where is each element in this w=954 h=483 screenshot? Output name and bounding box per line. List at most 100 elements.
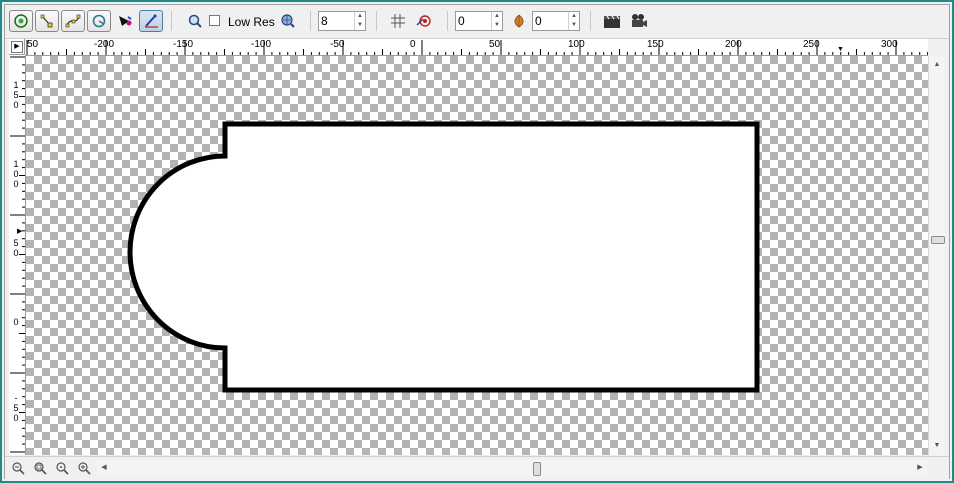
bezier-tool-button[interactable] <box>61 10 85 32</box>
offset-x-spinner[interactable]: ▲ ▼ <box>455 11 503 31</box>
toolbar-separator <box>447 11 448 31</box>
ruler-label: - <box>14 393 18 403</box>
ellipse-tool-button[interactable] <box>87 10 111 32</box>
target-icon <box>14 14 28 28</box>
scroll-left-icon[interactable]: ◀ <box>97 460 111 476</box>
spinner-up-icon[interactable]: ▲ <box>569 12 579 21</box>
shape-rounded-rect[interactable] <box>127 121 760 393</box>
toolbar-separator <box>310 11 311 31</box>
ruler-label: 0 <box>13 169 19 179</box>
spinner-down-icon[interactable]: ▼ <box>569 21 579 30</box>
line-width-spinner[interactable]: ▲ ▼ <box>318 11 366 31</box>
ruler-label: 1 <box>13 159 19 169</box>
zoom-fit-icon <box>34 462 47 475</box>
window-frame: Low Res ▲ ▼ ▲ ▼ <box>0 0 954 483</box>
spinner-up-icon[interactable]: ▲ <box>492 12 502 21</box>
pen-icon <box>145 14 158 28</box>
ruler-toggle-icon[interactable]: ▶ <box>11 41 23 53</box>
ruler-label: 5 <box>13 90 19 100</box>
render-quality-button[interactable] <box>277 10 299 32</box>
zoom-out-icon <box>12 462 25 475</box>
brush-tool-button[interactable] <box>114 10 136 32</box>
ruler-label: 100 <box>568 39 585 50</box>
ruler-label: 0 <box>13 317 19 327</box>
line-width-input[interactable] <box>321 14 355 28</box>
scroll-right-icon[interactable]: ▶ <box>913 460 927 476</box>
toolbar-separator <box>590 11 591 31</box>
vertical-scrollbar[interactable]: ▲ ▼ <box>928 56 945 455</box>
zoom-actual-button[interactable] <box>53 460 71 476</box>
onion-skin-button[interactable] <box>508 10 530 32</box>
zoom-out-button[interactable] <box>9 460 27 476</box>
horizontal-scrollbar[interactable]: ◀ ▶ <box>97 460 927 476</box>
pick-tool-button[interactable] <box>9 10 33 32</box>
grid-icon <box>391 14 405 28</box>
spinner-arrows: ▲ ▼ <box>491 12 502 30</box>
spinner-down-icon[interactable]: ▼ <box>355 21 365 30</box>
pen-tool-button[interactable] <box>139 10 163 32</box>
ruler-label: 50 <box>27 39 39 50</box>
ruler-label: -100 <box>251 39 272 50</box>
editor-panel: Low Res ▲ ▼ ▲ ▼ <box>4 4 950 479</box>
ruler-label: 1 <box>13 80 19 90</box>
ruler-label: 200 <box>725 39 742 50</box>
clapperboard-icon <box>604 15 620 28</box>
drawing-canvas[interactable] <box>26 56 928 455</box>
spinner-arrows: ▲ ▼ <box>568 12 579 30</box>
globe-magnifier-icon <box>281 14 295 28</box>
zoom-actual-icon <box>56 462 69 475</box>
ruler-label: 5 <box>13 238 19 248</box>
ruler-marker-icon: ▶ <box>17 228 23 235</box>
zoom-in-button[interactable] <box>75 460 93 476</box>
node-tool-button[interactable] <box>35 10 59 32</box>
ruler-label: 5 <box>13 403 19 413</box>
ruler-marker-icon: ▼ <box>837 46 844 53</box>
magnifier-icon <box>188 14 202 28</box>
low-res-checkbox[interactable] <box>209 15 220 26</box>
low-res-label: Low Res <box>228 15 275 29</box>
ruler-label: 0 <box>13 248 19 258</box>
horizontal-scroll-thumb[interactable] <box>533 462 541 476</box>
offset-y-spinner[interactable]: ▲ ▼ <box>532 11 580 31</box>
ruler-label: 0 <box>13 179 19 189</box>
snap-button[interactable] <box>413 10 435 32</box>
toolbar: Low Res ▲ ▼ ▲ ▼ <box>5 5 949 39</box>
ruler-label: -200 <box>94 39 115 50</box>
ruler-label: 50 <box>489 39 501 50</box>
ruler-label: 0 <box>13 100 19 110</box>
movie-camera-icon <box>632 14 647 27</box>
offset-x-input[interactable] <box>458 14 492 28</box>
ruler-label: 300 <box>881 39 898 50</box>
offset-y-input[interactable] <box>535 14 569 28</box>
ruler-label: 0 <box>410 39 416 50</box>
ruler-label: 0 <box>13 413 19 423</box>
onion-icon <box>514 14 524 28</box>
brush-icon <box>119 16 132 26</box>
spinner-down-icon[interactable]: ▼ <box>492 21 502 30</box>
toolbar-separator <box>171 11 172 31</box>
bottom-bar: ◀ ▶ <box>5 456 949 479</box>
toolbar-separator <box>376 11 377 31</box>
vertical-scroll-thumb[interactable] <box>931 236 945 244</box>
horizontal-ruler: 50 -200 -150 -100 -50 0 50 100 150 200 2… <box>25 39 928 56</box>
scroll-down-icon[interactable]: ▼ <box>929 439 945 453</box>
snap-target-icon <box>416 15 431 27</box>
horizontal-ruler-ticks <box>26 40 928 55</box>
zoom-in-icon <box>78 462 91 475</box>
vertical-ruler: 1 5 0 1 0 0 5 0 0 - 5 0 ▶ <box>9 55 26 455</box>
movie-clip-button[interactable] <box>601 10 623 32</box>
zoom-preview-button[interactable] <box>184 10 206 32</box>
node-edit-icon <box>40 14 53 28</box>
ellipse-icon <box>92 14 106 28</box>
ruler-label: 250 <box>803 39 820 50</box>
spinner-up-icon[interactable]: ▲ <box>355 12 365 21</box>
grid-button[interactable] <box>387 10 409 32</box>
canvas-shape-layer <box>127 121 760 393</box>
bezier-icon <box>65 14 81 28</box>
camera-button[interactable] <box>628 10 650 32</box>
zoom-fit-button[interactable] <box>31 460 49 476</box>
ruler-label: 150 <box>647 39 664 50</box>
scroll-up-icon[interactable]: ▲ <box>929 58 945 72</box>
ruler-label: -150 <box>173 39 194 50</box>
ruler-corner[interactable]: ▶ <box>9 39 25 55</box>
